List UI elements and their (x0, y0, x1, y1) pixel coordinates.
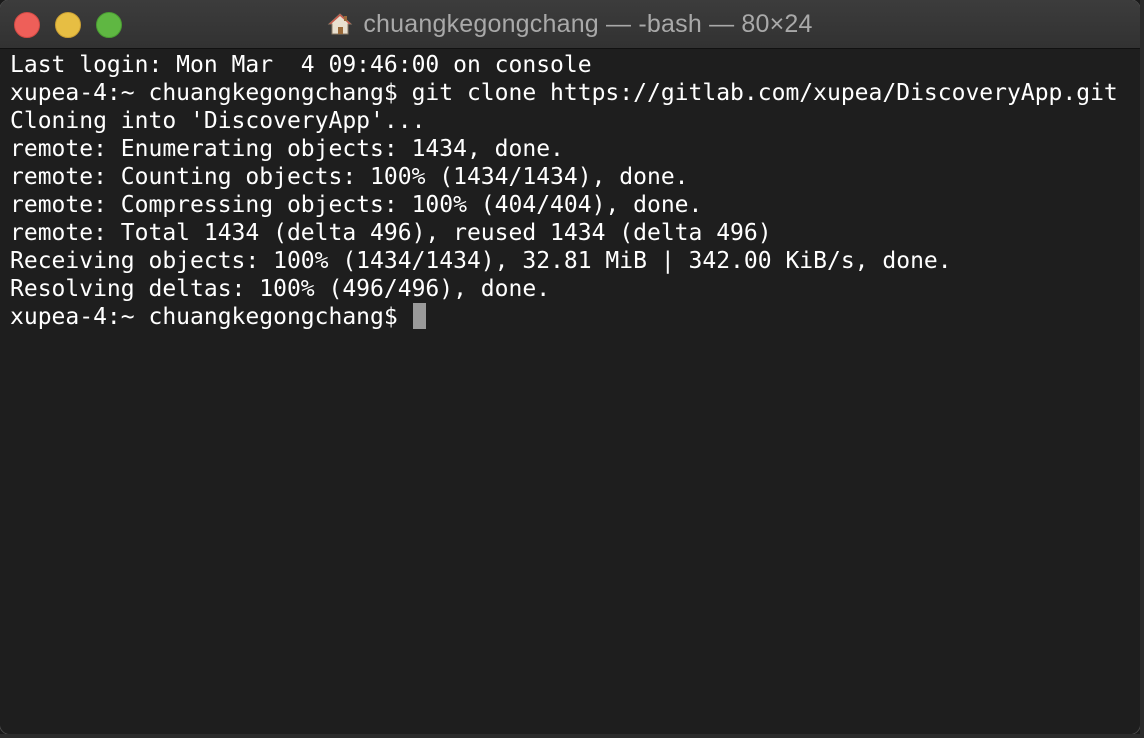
terminal-line: remote: Compressing objects: 100% (404/4… (10, 192, 703, 218)
prompt-line[interactable]: xupea-4:~ chuangkegongchang$ (10, 303, 1140, 331)
terminal-content[interactable]: Last login: Mon Mar 4 09:46:00 on consol… (0, 49, 1140, 734)
title-bar[interactable]: chuangkegongchang — -bash — 80×24 (0, 0, 1140, 49)
text-cursor (412, 303, 426, 329)
window-title-container: chuangkegongchang — -bash — 80×24 (0, 0, 1140, 48)
terminal-line: Resolving deltas: 100% (496/496), done. (10, 276, 551, 302)
terminal-line: Receiving objects: 100% (1434/1434), 32.… (10, 248, 952, 274)
terminal-window: chuangkegongchang — -bash — 80×24 Last l… (0, 0, 1140, 734)
terminal-line: remote: Total 1434 (delta 496), reused 1… (10, 220, 772, 246)
window-title: chuangkegongchang — -bash — 80×24 (363, 9, 813, 38)
terminal-line: xupea-4:~ chuangkegongchang$ git clone h… (10, 80, 1118, 106)
terminal-line: remote: Counting objects: 100% (1434/143… (10, 164, 689, 190)
terminal-line: Cloning into 'DiscoveryApp'... (10, 108, 426, 134)
shell-prompt: xupea-4:~ chuangkegongchang$ (10, 304, 412, 330)
terminal-line: remote: Enumerating objects: 1434, done. (10, 136, 564, 162)
background-strip (0, 734, 1144, 738)
terminal-line: Last login: Mon Mar 4 09:46:00 on consol… (10, 52, 592, 78)
home-icon (327, 11, 353, 37)
background-strip (1140, 0, 1144, 738)
